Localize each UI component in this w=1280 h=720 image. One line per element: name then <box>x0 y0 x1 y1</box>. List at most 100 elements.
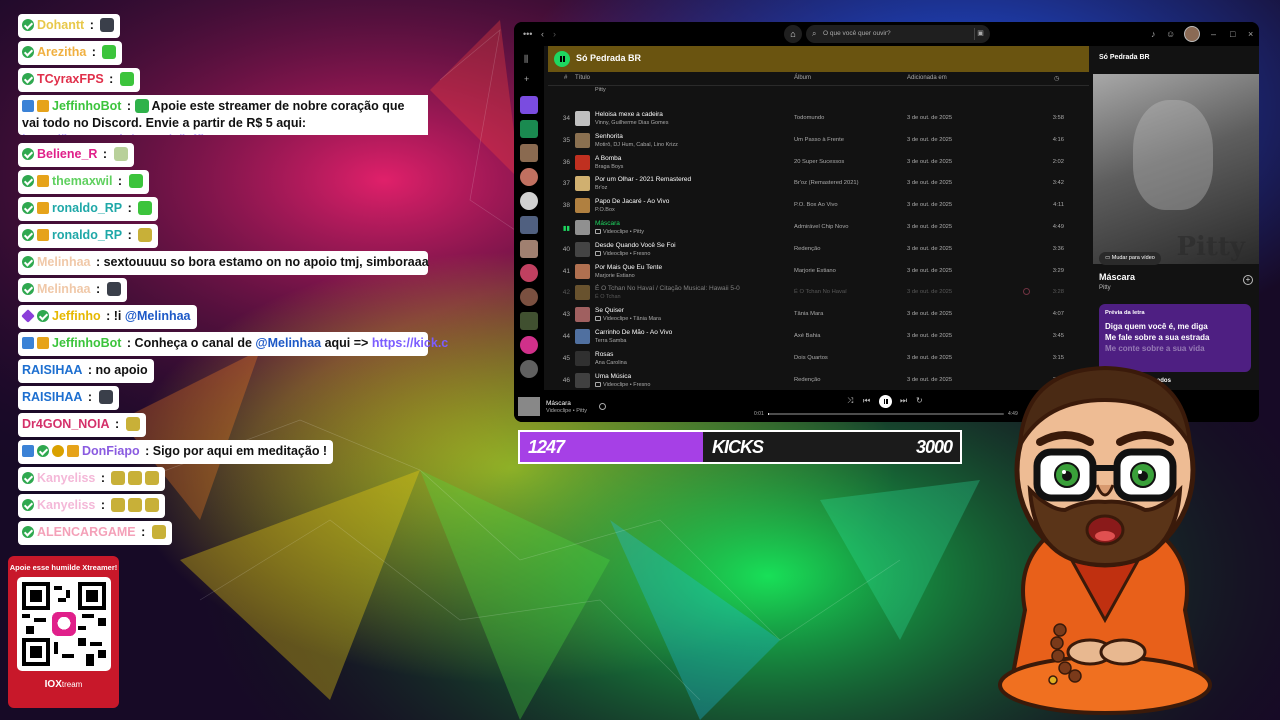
chat-username[interactable]: JeffinhoBot <box>52 336 121 350</box>
chat-username[interactable]: Dr4GON_NOIA <box>22 417 110 431</box>
track-artist[interactable]: Marjorie Estiano <box>595 273 635 279</box>
track-title[interactable]: Uma Música <box>595 373 631 380</box>
now-playing-title[interactable]: Máscara <box>1099 272 1135 282</box>
track-row[interactable]: 36 A Bomba Braga Boys 20 Super Sucessos 3 de… <box>548 152 1089 174</box>
maximize-icon[interactable]: □ <box>1230 29 1235 39</box>
chat-username[interactable]: ronaldo_RP <box>52 228 122 242</box>
chat-username[interactable]: DonFiapo <box>82 444 140 458</box>
track-artist[interactable]: É O Tchan <box>595 294 621 300</box>
track-title[interactable]: Se Quiser <box>595 307 624 314</box>
chat-link[interactable]: https://ioxtream.io/pt-BR/x/jeffi <box>22 133 204 135</box>
track-album[interactable]: Redenção <box>794 377 820 383</box>
track-row[interactable]: 34 Heloisa mexe a cadeira Vinny, Guilherme… <box>548 108 1089 130</box>
chat-username[interactable]: Jeffinho <box>52 309 101 323</box>
add-icon[interactable]: + <box>1243 275 1253 285</box>
artist-tile[interactable] <box>520 336 538 354</box>
artist-tile[interactable] <box>520 192 538 210</box>
add-icon[interactable]: + <box>524 74 529 84</box>
chat-username[interactable]: Kanyeliss <box>37 471 95 485</box>
home-icon[interactable]: ⌂ <box>784 25 802 43</box>
chat-username[interactable]: RAISIHAA <box>22 390 82 404</box>
track-title[interactable]: Heloisa mexe a cadeira <box>595 111 663 118</box>
track-row[interactable]: 35 Senhorita Motirô, DJ Hum, Cabal, Lino K… <box>548 130 1089 152</box>
playlist-tile[interactable] <box>520 144 538 162</box>
track-artist[interactable]: Terra Samba <box>595 338 627 344</box>
forward-arrow-icon[interactable]: › <box>553 29 556 39</box>
chat-username[interactable]: Dohantt <box>37 18 84 32</box>
track-album[interactable]: Redenção <box>794 246 820 252</box>
track-title[interactable]: Papo De Jacaré - Ao Vivo <box>595 198 669 205</box>
playlist-tile[interactable] <box>520 312 538 330</box>
menu-dots-icon[interactable]: ••• <box>523 29 532 39</box>
artist-tile[interactable] <box>520 360 538 378</box>
pause-button[interactable] <box>554 51 570 67</box>
track-title[interactable]: Rosas <box>595 351 613 358</box>
track-artist[interactable]: Br'oz <box>595 185 607 191</box>
next-icon[interactable]: ⏭ <box>900 396 907 406</box>
close-icon[interactable]: × <box>1248 29 1253 39</box>
track-artist[interactable]: Braga Boys <box>595 164 623 170</box>
chat-username[interactable]: themaxwil <box>52 174 112 188</box>
track-row[interactable]: 44 Carrinho De Mão - Ao Vivo Terra Samba Ax… <box>548 326 1089 348</box>
track-artist[interactable]: Videoclipe • Pitty <box>595 228 644 235</box>
artist-tile[interactable] <box>520 264 538 282</box>
track-album[interactable]: Axé Bahia <box>794 333 820 339</box>
track-album[interactable]: Dois Quartos <box>794 355 828 361</box>
browse-icon[interactable]: ▣ <box>974 28 986 40</box>
track-row[interactable]: 41 Por Mais Que Eu Tente Marjorie Estiano M… <box>548 261 1089 283</box>
chat-mention[interactable]: @Melinhaa <box>255 336 321 350</box>
track-title[interactable]: Máscara <box>595 220 620 227</box>
progress-slider[interactable] <box>768 413 1004 415</box>
track-artist[interactable]: Ana Carolina <box>595 360 627 366</box>
track-title[interactable]: Carrinho De Mão - Ao Vivo <box>595 329 672 336</box>
now-playing-artist[interactable]: Pitty <box>1099 285 1111 291</box>
player-song[interactable]: Máscara <box>546 400 571 407</box>
chat-username[interactable]: TCyraxFPS <box>37 72 104 86</box>
track-row[interactable]: 38 Papo De Jacaré - Ao Vivo P.O.Box P.O. Bo… <box>548 195 1089 217</box>
minimize-icon[interactable]: – <box>1211 29 1216 39</box>
friends-icon[interactable]: ☺ <box>1166 29 1175 39</box>
track-row[interactable]: 43 Se Quiser Videoclipe • Tânia Mara Tânia … <box>548 304 1089 326</box>
track-album[interactable]: Tânia Mara <box>794 311 823 317</box>
shuffle-icon[interactable]: ⤨ <box>847 396 853 406</box>
track-artist[interactable]: Videoclipe • Tânia Mara <box>595 316 661 322</box>
track-title[interactable]: A Bomba <box>595 155 621 162</box>
track-album[interactable]: P.O. Box Ao Vivo <box>794 202 838 208</box>
track-row[interactable]: ▮▮ Máscara Videoclipe • Pitty Admirável Chi… <box>548 217 1089 239</box>
track-album[interactable]: Admirável Chip Novo <box>794 224 848 230</box>
track-artist[interactable]: Videoclipe • Fresno <box>595 381 650 388</box>
artist-tile[interactable] <box>520 168 538 186</box>
playlist-tile[interactable] <box>520 216 538 234</box>
back-arrow-icon[interactable]: ‹ <box>541 29 544 39</box>
add-icon[interactable] <box>599 403 606 410</box>
artist-tile[interactable] <box>520 288 538 306</box>
player-artist[interactable]: Videoclipe • Pitty <box>546 408 587 414</box>
chat-username[interactable]: RAISIHAA <box>22 363 82 377</box>
track-row[interactable]: 40 Desde Quando Você Se Foi Videoclipe • F… <box>548 239 1089 261</box>
pause-button[interactable] <box>879 395 892 408</box>
chat-username[interactable]: Beliene_R <box>37 147 97 161</box>
chat-link[interactable]: https://kick.c <box>372 336 448 350</box>
track-row[interactable]: 42 É O Tchan No Havaí / Citação Musical: … <box>548 282 1089 304</box>
bell-icon[interactable]: ♪ <box>1151 29 1156 39</box>
track-title[interactable]: Por um Olhar - 2021 Remastered <box>595 176 691 183</box>
player-thumbnail[interactable] <box>518 397 540 416</box>
track-album[interactable]: Br'oz (Remastered 2021) <box>794 180 859 186</box>
track-artist[interactable]: Motirô, DJ Hum, Cabal, Lino Krizz <box>595 142 678 148</box>
chat-username[interactable]: Arezitha <box>37 45 86 59</box>
track-row[interactable]: 37 Por um Olhar - 2021 Remastered Br'oz Br'… <box>548 173 1089 195</box>
switch-to-video-button[interactable]: ▭ Mudar para vídeo <box>1099 252 1161 265</box>
playlist-tile[interactable] <box>520 240 538 258</box>
chat-mention[interactable]: @Melinhaa <box>125 309 191 323</box>
track-artist[interactable]: Vinny, Guilherme Dias Gomes <box>595 120 668 126</box>
avatar[interactable] <box>1184 26 1200 42</box>
library-icon[interactable]: ⫼ <box>524 54 528 64</box>
saved-episodes-tile[interactable] <box>520 120 538 138</box>
chat-username[interactable]: Melinhaa <box>37 282 91 296</box>
chat-username[interactable]: Melinhaa <box>37 255 91 269</box>
track-album[interactable]: Todomundo <box>794 115 824 121</box>
repeat-icon[interactable]: ↻ <box>916 396 923 405</box>
track-artist[interactable]: P.O.Box <box>595 207 615 213</box>
chat-username[interactable]: JeffinhoBot <box>52 99 121 113</box>
track-album[interactable]: 20 Super Sucessos <box>794 159 844 165</box>
